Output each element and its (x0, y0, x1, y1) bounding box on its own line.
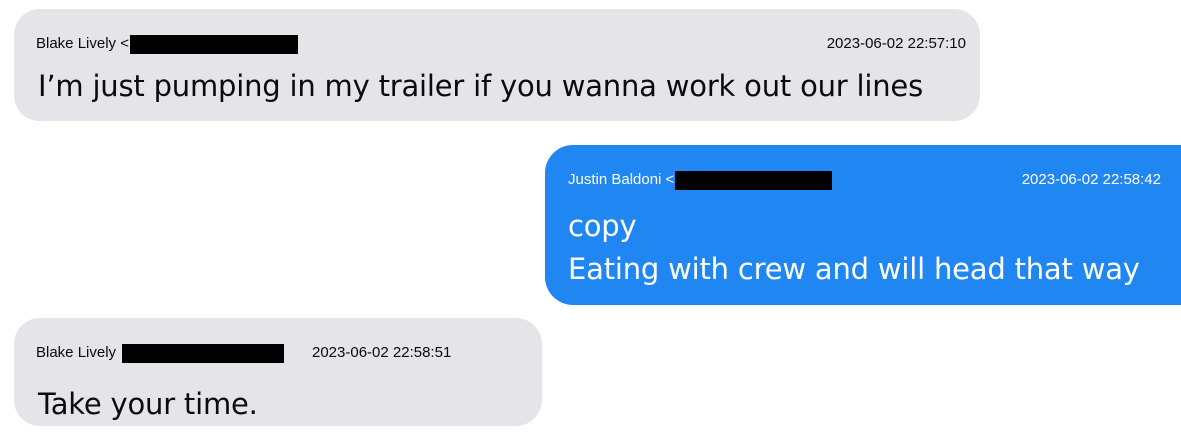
redaction-bar (129, 35, 298, 54)
sender-name: Justin Baldoni < (568, 171, 675, 189)
redaction-bar (122, 344, 285, 363)
message-text-line: copy (568, 209, 637, 243)
message-timestamp: 2023-06-02 22:58:42 (1021, 171, 1161, 188)
message-timestamp: 2023-06-02 22:57:10 (826, 35, 966, 52)
message-header: Blake Lively < (36, 35, 298, 54)
message-text-line: Eating with crew and will head that way (568, 252, 1140, 286)
message-text: I’m just pumping in my trailer if you wa… (38, 69, 923, 103)
message-header: Blake Lively (36, 344, 285, 363)
sender-name: Blake Lively < (36, 35, 129, 53)
message-bubble-received[interactable]: Blake Lively < 2023-06-02 22:57:10 I’m j… (14, 9, 980, 121)
message-header: Justin Baldoni < (568, 171, 833, 190)
message-bubble-sent[interactable]: Justin Baldoni < 2023-06-02 22:58:42 cop… (545, 145, 1181, 305)
message-bubble-received[interactable]: Blake Lively 2023-06-02 22:58:51 Take yo… (14, 318, 542, 426)
redaction-bar (675, 171, 833, 190)
message-timestamp: 2023-06-02 22:58:51 (312, 344, 452, 361)
message-text: Take your time. (38, 387, 258, 421)
sender-name: Blake Lively (36, 344, 117, 362)
